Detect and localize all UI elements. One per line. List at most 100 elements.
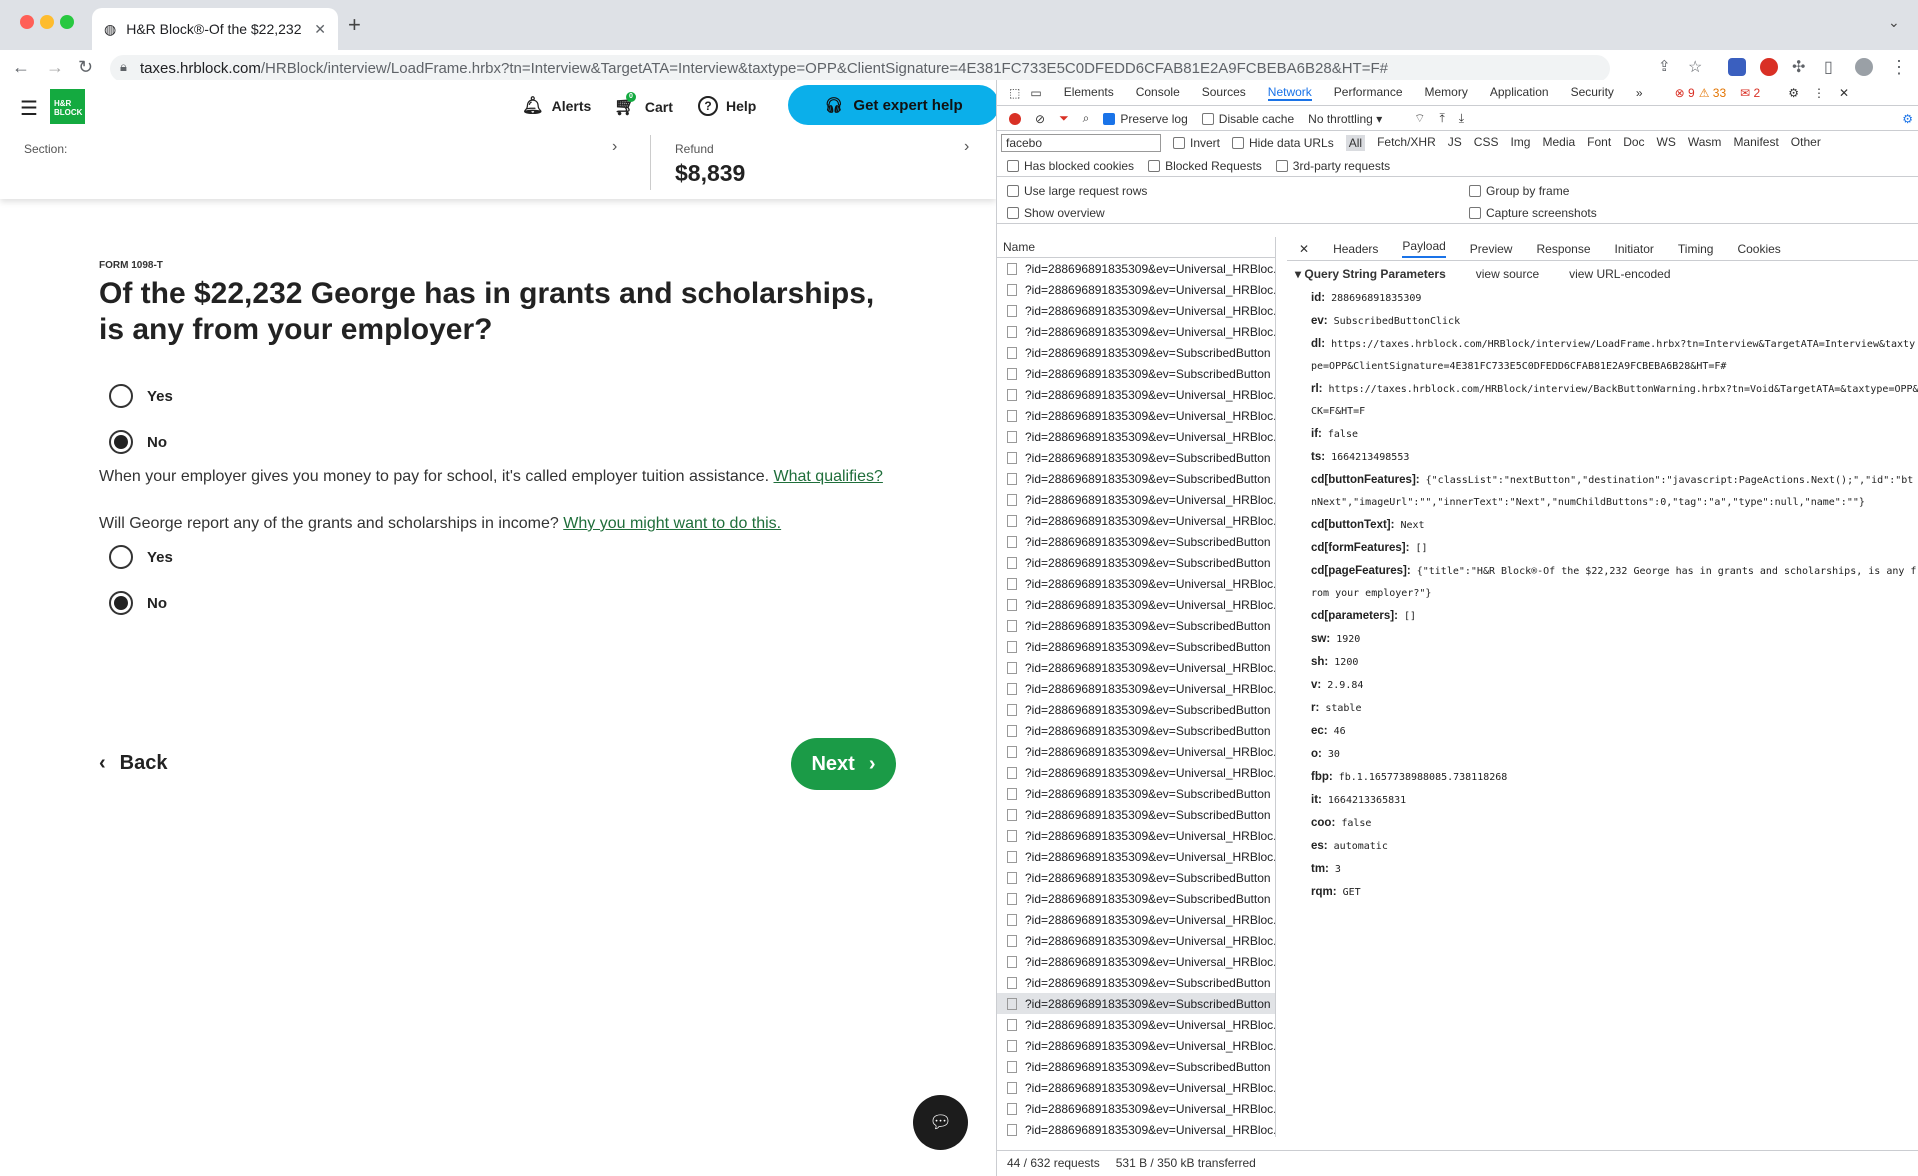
large-rows-checkbox[interactable]: Use large request rows (1007, 184, 1469, 198)
close-tab-icon[interactable]: ✕ (314, 21, 326, 38)
request-row[interactable]: ?id=288696891835309&ev=Universal_HRBloc. (997, 930, 1275, 951)
request-row[interactable]: ?id=288696891835309&ev=Universal_HRBloc. (997, 258, 1275, 279)
minimize-window-icon[interactable] (40, 15, 54, 29)
hide-data-urls-checkbox[interactable]: Hide data URLs (1232, 136, 1334, 150)
devtools-tab-security[interactable]: Security (1571, 85, 1614, 101)
network-settings-icon[interactable]: ⚙ (1902, 112, 1913, 126)
third-party-checkbox[interactable]: 3rd-party requests (1275, 159, 1390, 173)
request-row[interactable]: ?id=288696891835309&ev=Universal_HRBloc. (997, 1119, 1275, 1137)
request-row[interactable]: ?id=288696891835309&ev=Universal_HRBloc. (997, 300, 1275, 321)
extension-lock-icon[interactable] (1760, 58, 1778, 76)
forward-arrow-icon[interactable]: → (46, 57, 64, 78)
chevron-down-icon[interactable]: ⌄ (1888, 14, 1900, 31)
request-row[interactable]: ?id=288696891835309&ev=Universal_HRBloc. (997, 489, 1275, 510)
type-filter-js[interactable]: JS (1448, 135, 1462, 151)
more-tabs-icon[interactable]: » (1636, 86, 1643, 100)
inspect-icon[interactable]: ⬚ (1009, 86, 1020, 100)
url-field[interactable]: 🔒︎ taxes.hrblock.com/HRBlock/interview/L… (110, 55, 1610, 82)
reload-icon[interactable]: ↻ (78, 57, 93, 78)
detail-tab-initiator[interactable]: Initiator (1615, 242, 1654, 256)
help-link[interactable]: ? Help (698, 96, 756, 116)
request-row[interactable]: ?id=288696891835309&ev=Universal_HRBloc. (997, 573, 1275, 594)
get-expert-help-button[interactable]: 🎧︎ Get expert help (788, 85, 996, 125)
q2-yes-option[interactable]: Yes (109, 545, 173, 569)
next-button[interactable]: Next › (791, 738, 896, 790)
devtools-tab-console[interactable]: Console (1136, 85, 1180, 101)
request-row[interactable]: ?id=288696891835309&ev=Universal_HRBloc. (997, 426, 1275, 447)
record-icon[interactable] (1009, 112, 1021, 125)
type-filter-all[interactable]: All (1345, 135, 1366, 151)
section-chevron-icon[interactable]: › (612, 138, 617, 156)
share-icon[interactable]: ⇪ (1658, 57, 1671, 75)
extension-icon[interactable] (1728, 58, 1746, 76)
throttling-select[interactable]: No throttling ▾ (1308, 112, 1400, 126)
request-row[interactable]: ?id=288696891835309&ev=SubscribedButton (997, 447, 1275, 468)
request-row[interactable]: ?id=288696891835309&ev=SubscribedButton (997, 888, 1275, 909)
request-row[interactable]: ?id=288696891835309&ev=Universal_HRBloc. (997, 1035, 1275, 1056)
request-row[interactable]: ?id=288696891835309&ev=SubscribedButton (997, 993, 1275, 1014)
type-filter-img[interactable]: Img (1510, 135, 1530, 151)
request-row[interactable]: ?id=288696891835309&ev=Universal_HRBloc. (997, 678, 1275, 699)
profile-icon[interactable] (1855, 58, 1873, 76)
device-toggle-icon[interactable]: ▭ (1030, 86, 1041, 100)
request-row[interactable]: ?id=288696891835309&ev=SubscribedButton (997, 804, 1275, 825)
warning-badge[interactable]: ⚠ 33 (1699, 86, 1726, 100)
request-row[interactable]: ?id=288696891835309&ev=SubscribedButton (997, 531, 1275, 552)
request-row[interactable]: ?id=288696891835309&ev=Universal_HRBloc. (997, 321, 1275, 342)
export-har-icon[interactable]: ⤓ (1459, 111, 1464, 126)
request-row[interactable]: ?id=288696891835309&ev=Universal_HRBloc. (997, 762, 1275, 783)
maximize-window-icon[interactable] (60, 15, 74, 29)
detail-tab-response[interactable]: Response (1536, 242, 1590, 256)
browser-tab[interactable]: ◍ H&R Block®-Of the $22,232 G ✕ (92, 8, 338, 50)
why-link[interactable]: Why you might want to do this. (563, 515, 781, 532)
devtools-menu-icon[interactable]: ⋮ (1813, 86, 1825, 100)
chat-button[interactable]: 💬︎ (913, 1095, 968, 1150)
more-menu-icon[interactable]: ⋮ (1890, 57, 1908, 78)
q1-no-radio[interactable] (109, 430, 133, 454)
request-row[interactable]: ?id=288696891835309&ev=SubscribedButton (997, 972, 1275, 993)
request-row[interactable]: ?id=288696891835309&ev=Universal_HRBloc. (997, 279, 1275, 300)
blocked-requests-checkbox[interactable]: Blocked Requests (1148, 159, 1262, 173)
detail-tab-preview[interactable]: Preview (1470, 242, 1513, 256)
detail-tab-timing[interactable]: Timing (1678, 242, 1714, 256)
group-by-frame-checkbox[interactable]: Group by frame (1469, 184, 1569, 198)
request-row[interactable]: ?id=288696891835309&ev=SubscribedButton (997, 615, 1275, 636)
side-panel-icon[interactable]: ▯ (1824, 57, 1833, 77)
q1-yes-radio[interactable] (109, 384, 133, 408)
close-detail-icon[interactable]: ✕ (1299, 242, 1309, 256)
issues-badge[interactable]: ✉ 2 (1740, 86, 1760, 100)
close-window-icon[interactable] (20, 15, 34, 29)
request-row[interactable]: ?id=288696891835309&ev=Universal_HRBloc. (997, 909, 1275, 930)
request-row[interactable]: ?id=288696891835309&ev=SubscribedButton (997, 1056, 1275, 1077)
q1-no-option[interactable]: No (109, 430, 167, 454)
q2-yes-radio[interactable] (109, 545, 133, 569)
request-row[interactable]: ?id=288696891835309&ev=Universal_HRBloc. (997, 1014, 1275, 1035)
request-row[interactable]: ?id=288696891835309&ev=Universal_HRBloc. (997, 825, 1275, 846)
network-conditions-icon[interactable]: ⌔ (1414, 111, 1425, 126)
filter-icon[interactable]: ⏷ (1059, 111, 1069, 126)
type-filter-css[interactable]: CSS (1474, 135, 1499, 151)
show-overview-checkbox[interactable]: Show overview (1007, 206, 1469, 220)
q1-yes-option[interactable]: Yes (109, 384, 173, 408)
type-filter-ws[interactable]: WS (1657, 135, 1676, 151)
query-string-section[interactable]: ▾ Query String Parameters (1295, 267, 1446, 281)
devtools-tab-elements[interactable]: Elements (1064, 85, 1114, 101)
detail-tab-headers[interactable]: Headers (1333, 242, 1378, 256)
has-blocked-cookies-checkbox[interactable]: Has blocked cookies (1007, 159, 1134, 173)
q2-no-radio[interactable] (109, 591, 133, 615)
request-row[interactable]: ?id=288696891835309&ev=Universal_HRBloc. (997, 1077, 1275, 1098)
type-filter-media[interactable]: Media (1542, 135, 1575, 151)
request-row[interactable]: ?id=288696891835309&ev=Universal_HRBloc. (997, 594, 1275, 615)
preserve-log-checkbox[interactable]: Preserve log (1103, 112, 1188, 126)
back-button[interactable]: ‹ Back (99, 752, 167, 775)
refund-chevron-icon[interactable]: › (964, 138, 969, 156)
request-row[interactable]: ?id=288696891835309&ev=SubscribedButton (997, 867, 1275, 888)
devtools-tab-memory[interactable]: Memory (1425, 85, 1468, 101)
view-source-link[interactable]: view source (1476, 267, 1539, 281)
new-tab-icon[interactable]: + (348, 12, 361, 38)
view-url-encoded-link[interactable]: view URL-encoded (1569, 267, 1670, 281)
disable-cache-checkbox[interactable]: Disable cache (1201, 112, 1294, 126)
request-row[interactable]: ?id=288696891835309&ev=Universal_HRBloc. (997, 405, 1275, 426)
error-badge[interactable]: ⊗ 9 (1675, 86, 1695, 100)
detail-tab-payload[interactable]: Payload (1402, 239, 1446, 258)
